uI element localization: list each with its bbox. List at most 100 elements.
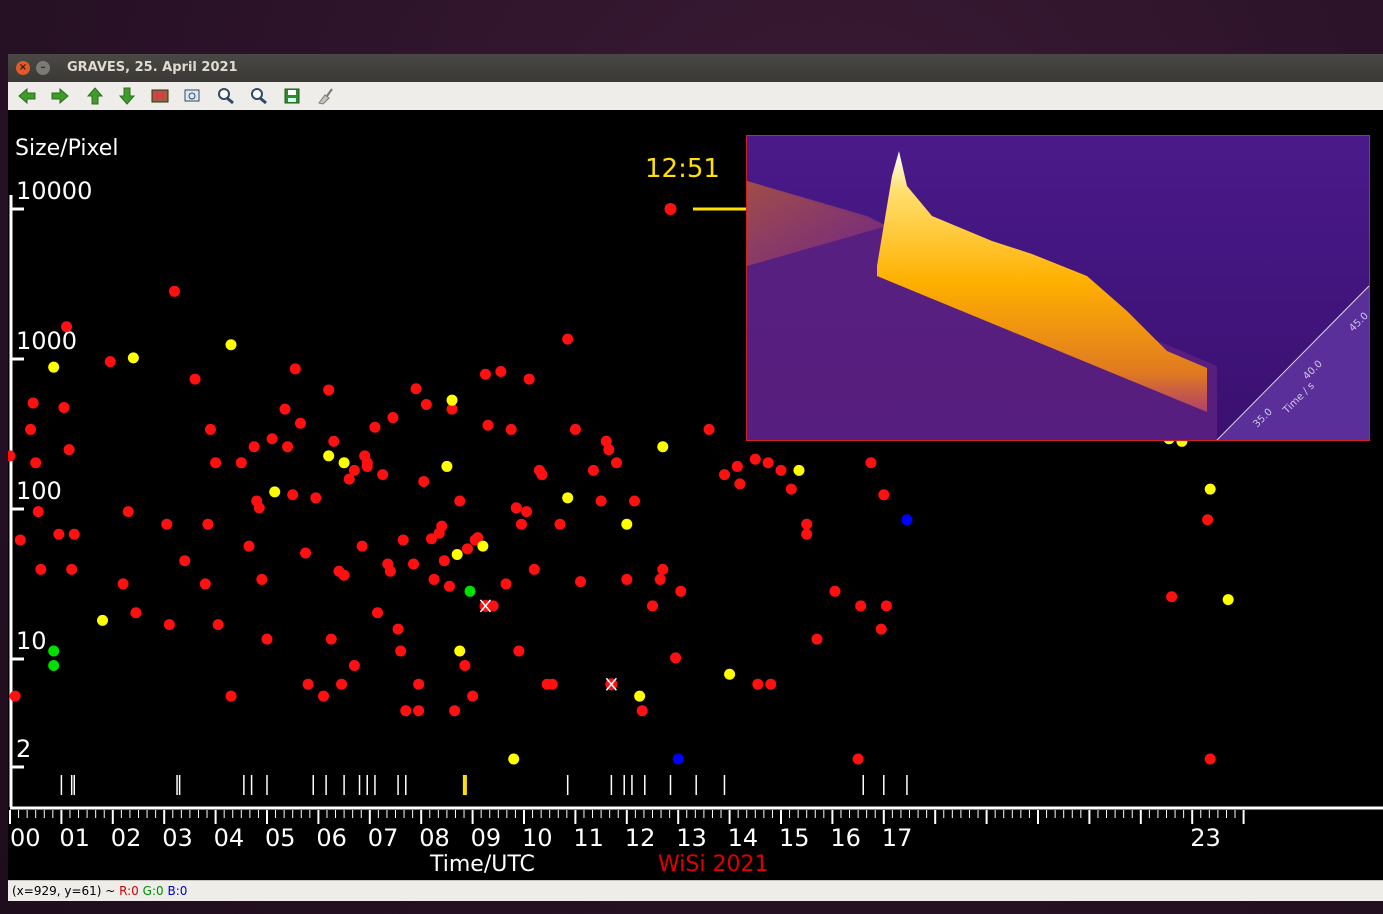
meteor-point-red xyxy=(53,528,65,540)
arrow-down-icon[interactable] xyxy=(116,86,138,106)
meteor-point-red xyxy=(752,678,764,690)
meteor-point-yellow xyxy=(454,645,466,657)
meteor-point-red xyxy=(546,678,558,690)
meteor-point-red xyxy=(253,502,265,514)
y-tick-label: 10000 xyxy=(16,177,92,205)
meteor-point-yellow xyxy=(127,352,139,364)
x-tick-label: 13 xyxy=(676,824,707,852)
save-icon[interactable] xyxy=(281,86,303,106)
meteor-point-red xyxy=(734,478,746,490)
meteor-point-red xyxy=(323,384,335,396)
meteor-point-yellow xyxy=(1204,483,1216,495)
meteor-point-red xyxy=(410,383,422,395)
x-tick-label: 17 xyxy=(882,824,913,852)
meteor-point-red xyxy=(400,705,412,717)
close-icon[interactable]: × xyxy=(16,61,30,75)
meteor-point-red xyxy=(243,540,255,552)
meteor-point-yellow xyxy=(441,460,453,472)
arrow-right-icon[interactable] xyxy=(49,86,71,106)
meteor-point-red xyxy=(528,563,540,575)
meteor-point-red xyxy=(595,495,607,507)
meteor-point-red xyxy=(27,397,39,409)
meteor-point-green xyxy=(48,660,60,672)
meteor-point-red xyxy=(189,373,201,385)
meteor-point-red xyxy=(161,518,173,530)
meteor-point-red xyxy=(266,433,278,445)
meteor-point-red xyxy=(569,423,581,435)
meteor-point-red xyxy=(210,457,222,469)
zoom-fit-icon[interactable] xyxy=(182,86,204,106)
meteor-point-red xyxy=(801,518,813,530)
meteor-point-yellow xyxy=(793,464,805,476)
meteor-point-red xyxy=(420,398,432,410)
meteor-point-red xyxy=(459,660,471,672)
meteor-point-red xyxy=(438,555,450,567)
x-tick-label: 03 xyxy=(162,824,193,852)
meteor-point-red xyxy=(369,421,381,433)
arrow-left-icon[interactable] xyxy=(16,86,38,106)
meteor-point-red xyxy=(467,690,479,702)
meteor-point-red xyxy=(163,619,175,631)
meteor-point-red xyxy=(300,547,312,559)
x-tick-label: 00 xyxy=(10,824,41,852)
clear-icon[interactable] xyxy=(314,86,336,106)
x-tick-label: 12 xyxy=(625,824,656,852)
x-tick-label: 14 xyxy=(728,824,759,852)
meteor-point-red xyxy=(829,585,841,597)
meteor-point-red xyxy=(289,363,301,375)
meteor-point-red xyxy=(482,419,494,431)
graves-window: × – GRAVES, 25. April 2021 10000 1000 100 1… xyxy=(4,54,1383,901)
meteor-point-red xyxy=(397,534,409,546)
meteor-point-yellow xyxy=(477,540,489,552)
annotation-time: 12:51 xyxy=(645,154,720,184)
meteor-point-red xyxy=(348,464,360,476)
zoom-out-icon[interactable] xyxy=(248,86,270,106)
meteor-point-red xyxy=(68,528,80,540)
meteor-point-red xyxy=(9,690,21,702)
meteor-point-yellow xyxy=(323,450,335,462)
meteor-point-red xyxy=(359,450,371,462)
x-axis-label: Time/UTC xyxy=(429,852,535,877)
meteor-point-red xyxy=(310,492,322,504)
meteor-point-red xyxy=(629,495,641,507)
arrow-up-icon[interactable] xyxy=(84,86,106,106)
meteor-point-red xyxy=(58,402,70,414)
meteor-point-red xyxy=(179,555,191,567)
meteor-point-red xyxy=(336,678,348,690)
meteor-point-red xyxy=(30,457,42,469)
meteor-point-red xyxy=(377,469,389,481)
meteor-point-red xyxy=(25,423,37,435)
meteor-point-red xyxy=(436,520,448,532)
meteor-point-red xyxy=(718,469,730,481)
toolbar xyxy=(8,82,1383,111)
zoom-in-icon[interactable] xyxy=(215,86,237,106)
plot-area[interactable]: 10000 1000 100 10 2 00 01 02 03 04 05 06 07 08 09 10 11 1… xyxy=(4,110,1383,880)
meteor-point-red xyxy=(356,540,368,552)
x-tick-label: 10 xyxy=(522,824,553,852)
meteor-point-yellow xyxy=(621,518,633,530)
meteor-point-red xyxy=(395,645,407,657)
meteor-point-green xyxy=(48,645,60,657)
meteor-point-red xyxy=(443,580,455,592)
meteor-point-red xyxy=(14,534,26,546)
highlight-point xyxy=(664,203,677,215)
meteor-point-red xyxy=(212,619,224,631)
meteor-point-red xyxy=(328,435,340,447)
meteor-point-red xyxy=(338,569,350,581)
picture-icon[interactable] xyxy=(149,86,171,106)
meteor-point-blue xyxy=(672,753,684,765)
meteor-point-red xyxy=(61,321,73,333)
meteor-point-red xyxy=(168,285,180,297)
meteor-point-red xyxy=(513,645,525,657)
meteor-point-yellow xyxy=(724,668,736,680)
meteor-point-yellow xyxy=(269,486,281,498)
meteor-point-red xyxy=(63,444,75,456)
meteor-point-red xyxy=(66,563,78,575)
meteor-point-red xyxy=(418,475,430,487)
meteor-point-red xyxy=(302,678,314,690)
x-tick-label: 15 xyxy=(779,824,810,852)
minimize-icon[interactable]: – xyxy=(36,61,50,75)
title-bar[interactable]: × – GRAVES, 25. April 2021 xyxy=(8,54,1383,82)
meteor-point-red xyxy=(279,403,291,415)
meteor-point-red xyxy=(348,660,360,672)
